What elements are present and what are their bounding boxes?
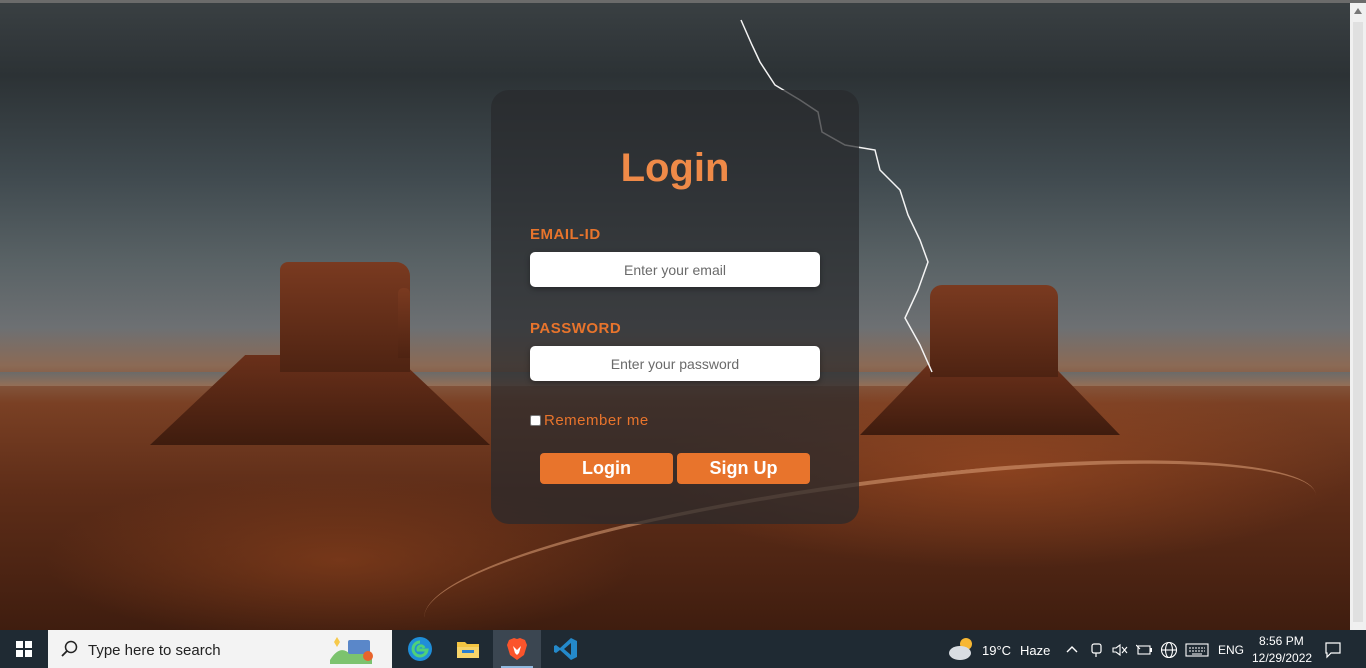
scroll-up-arrow-icon[interactable] [1354, 8, 1362, 14]
volume-muted-icon[interactable] [1112, 643, 1128, 657]
windows-logo-icon [16, 641, 32, 657]
remember-me-row: Remember me [530, 412, 649, 429]
clock-date[interactable]: 12/29/2022 [1252, 651, 1312, 665]
clock-time[interactable]: 8:56 PM [1259, 634, 1304, 648]
keyboard-icon[interactable] [1185, 643, 1209, 657]
battery-icon[interactable] [1136, 643, 1154, 657]
brave-browser-icon [507, 638, 527, 660]
scroll-thumb[interactable] [1353, 22, 1363, 622]
taskbar-edge[interactable] [396, 630, 444, 668]
search-placeholder[interactable]: Type here to search [88, 642, 221, 659]
email-input[interactable] [530, 252, 820, 287]
search-highlight-icon [330, 637, 373, 664]
desktop-screen: Login EMAIL-ID PASSWORD Remember me Logi… [0, 0, 1366, 668]
meet-now-icon[interactable] [1090, 642, 1104, 658]
start-button[interactable] [0, 630, 48, 668]
network-globe-icon[interactable] [1160, 641, 1178, 659]
search-icon [61, 640, 78, 657]
taskbar-brave[interactable] [493, 630, 541, 668]
edge-icon [408, 637, 432, 661]
language-indicator[interactable]: ENG [1218, 643, 1244, 657]
vscode-icon [554, 638, 577, 660]
chevron-up-icon[interactable] [1066, 644, 1078, 654]
remember-me-checkbox[interactable] [530, 415, 541, 426]
login-button[interactable]: Login [540, 453, 673, 484]
weather-condition[interactable]: Haze [1020, 643, 1050, 658]
password-input[interactable] [530, 346, 820, 381]
weather-temperature[interactable]: 19°C [982, 643, 1011, 658]
taskbar-file-explorer[interactable] [444, 630, 492, 668]
file-explorer-icon [457, 642, 479, 658]
login-title: Login [620, 146, 730, 190]
password-label: PASSWORD [530, 320, 622, 337]
taskbar-vscode[interactable] [542, 630, 590, 668]
notification-center-icon[interactable] [1324, 641, 1342, 659]
signup-button[interactable]: Sign Up [677, 453, 810, 484]
email-label: EMAIL-ID [530, 226, 601, 243]
remember-me-label[interactable]: Remember me [544, 412, 649, 429]
weather-haze-icon[interactable] [948, 636, 976, 662]
